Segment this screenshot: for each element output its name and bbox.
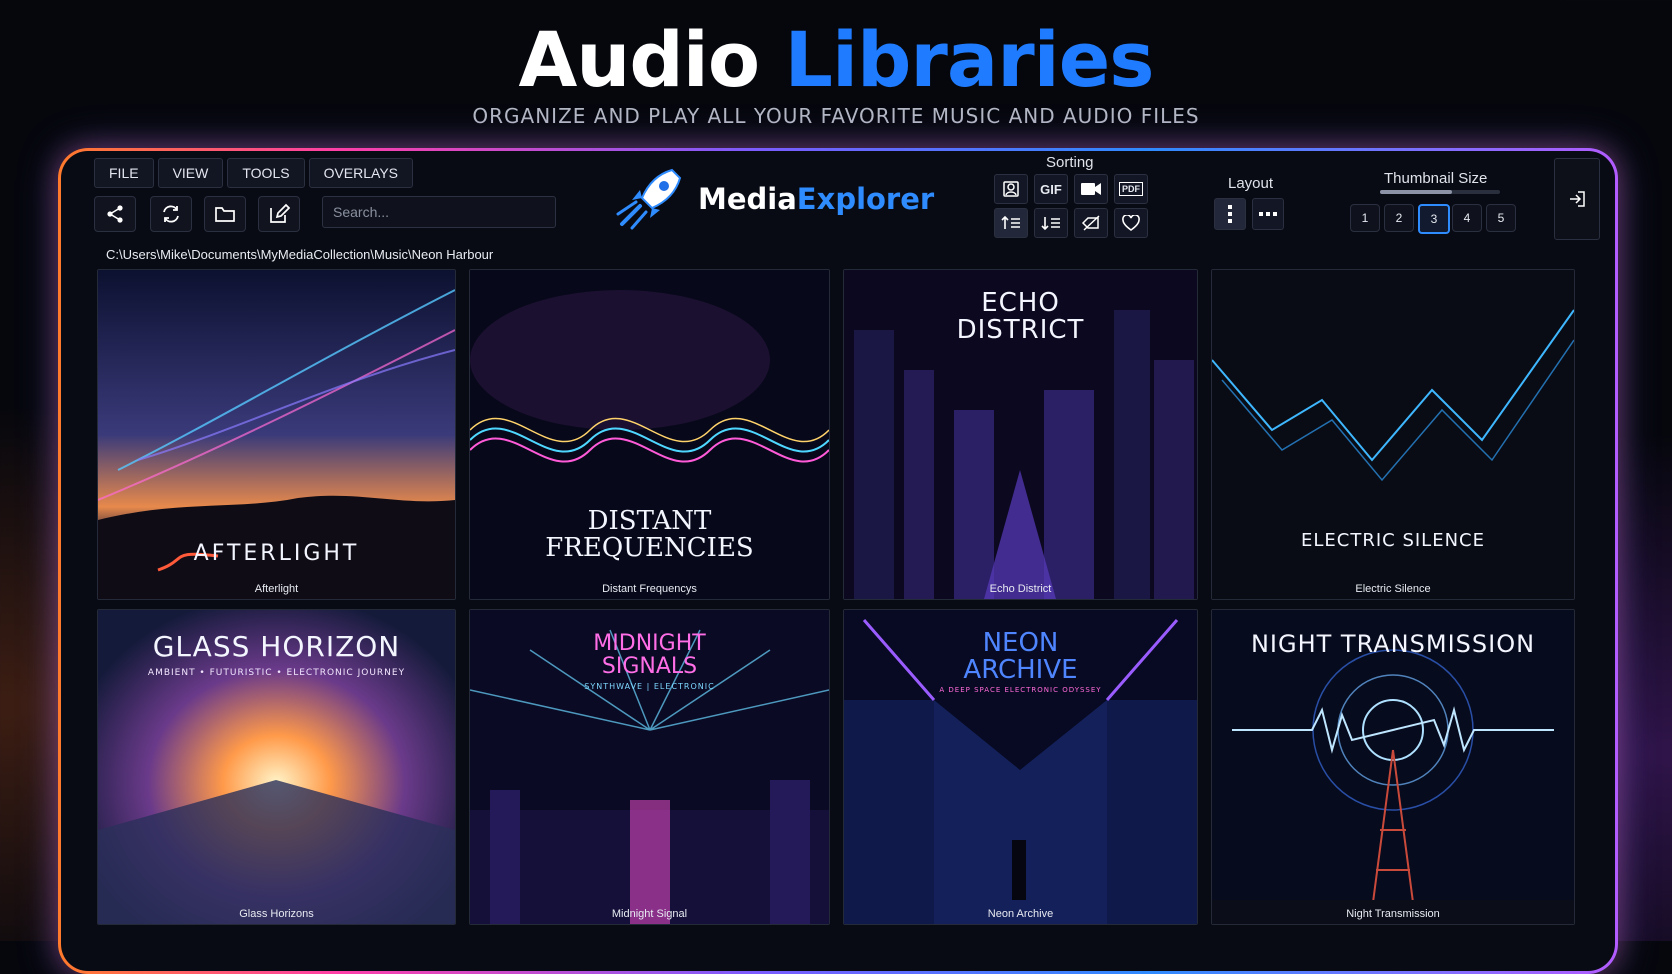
app-logo-text: MediaExplorer <box>698 182 934 216</box>
album-card-glass-horizons[interactable]: GLASS HORIZON AMBIENT • FUTURISTIC • ELE… <box>97 609 456 925</box>
exit-icon <box>1570 191 1585 207</box>
album-art-title-distant-frequencies: DISTANT FREQUENCIES <box>545 506 754 564</box>
sort-ascending-icon <box>1001 215 1020 229</box>
horizontal-dots-icon <box>1259 212 1277 216</box>
sort-ascending-button[interactable] <box>994 208 1028 238</box>
menu-bar: FILE VIEW TOOLS OVERLAYS <box>94 158 413 188</box>
hero-title-white: Audio <box>518 15 760 104</box>
hero-subtitle: ORGANIZE AND PLAY ALL YOUR FAVORITE MUSI… <box>472 104 1200 128</box>
album-art-title-midnight-signal: MIDNIGHT SIGNALS <box>593 631 706 680</box>
vertical-dots-icon <box>1228 205 1232 223</box>
sort-descending-button[interactable] <box>1034 208 1068 238</box>
sort-by-pdf-button[interactable]: PDF <box>1114 174 1148 204</box>
sort-by-portrait-button[interactable] <box>994 174 1028 204</box>
hero-title-blue: Libraries <box>784 15 1155 104</box>
thumbnail-size-2-button[interactable]: 2 <box>1384 204 1414 232</box>
logo-part-media: Media <box>698 182 797 216</box>
gif-icon: GIF <box>1040 181 1062 197</box>
album-card-distant-frequencies[interactable]: DISTANT FREQUENCIES Distant Frequencys <box>469 269 830 600</box>
album-card-neon-archive[interactable]: NEON ARCHIVE A DEEP SPACE ELECTRONIC ODY… <box>843 609 1198 925</box>
app-logo: MediaExplorer <box>614 166 934 232</box>
album-caption-neon-archive: Neon Archive <box>987 908 1054 920</box>
album-grid: AFTERLIGHT Afterlight DISTANT FREQUENCIE… <box>97 269 1575 925</box>
tag-off-icon <box>1081 215 1100 231</box>
layout-label: Layout <box>1228 175 1274 192</box>
album-art-title-glass-horizons: GLASS HORIZON <box>152 630 401 663</box>
menu-file[interactable]: FILE <box>94 158 154 188</box>
menu-view[interactable]: VIEW <box>157 158 224 188</box>
album-art-title-echo-district: ECHO DISTRICT <box>956 288 1085 346</box>
thumbnail-size-label: Thumbnail Size <box>1384 170 1488 187</box>
sort-by-video-button[interactable] <box>1074 174 1108 204</box>
share-button[interactable] <box>94 196 136 232</box>
album-card-electric-silence[interactable]: ELECTRIC SILENCE Electric Silence <box>1211 269 1575 600</box>
search-input[interactable] <box>322 196 556 228</box>
thumbnail-size-4-button[interactable]: 4 <box>1452 204 1482 232</box>
album-art-subtitle-midnight-signal: SYNTHWAVE | ELECTRONIC <box>584 682 715 691</box>
folder-icon <box>215 207 235 222</box>
menu-overlays[interactable]: OVERLAYS <box>308 158 413 188</box>
logo-part-explorer: Explorer <box>796 182 935 216</box>
sort-by-gif-button[interactable]: GIF <box>1034 174 1068 204</box>
open-folder-button[interactable] <box>204 196 246 232</box>
thumbnail-size-slider[interactable] <box>1380 190 1500 194</box>
edit-icon <box>270 203 290 223</box>
favorites-button[interactable] <box>1114 208 1148 238</box>
album-card-afterlight[interactable]: AFTERLIGHT Afterlight <box>97 269 456 600</box>
album-caption-echo-district: Echo District <box>989 583 1052 595</box>
thumbnail-size-slider-fill <box>1380 190 1452 194</box>
album-art-title-neon-archive: NEON ARCHIVE <box>963 628 1078 686</box>
album-caption-electric-silence: Electric Silence <box>1355 583 1431 595</box>
menu-tools[interactable]: TOOLS <box>227 158 305 188</box>
thumbnail-size-1-button[interactable]: 1 <box>1350 204 1380 232</box>
album-card-midnight-signal[interactable]: MIDNIGHT SIGNALS SYNTHWAVE | ELECTRONIC … <box>469 609 830 925</box>
refresh-button[interactable] <box>150 196 192 232</box>
current-path: C:\Users\Mike\Documents\MyMediaCollectio… <box>106 247 494 262</box>
album-caption-midnight-signal: Midnight Signal <box>611 908 688 920</box>
album-caption-distant-frequencies: Distant Frequencys <box>602 583 697 595</box>
share-icon <box>107 205 123 223</box>
sorting-label: Sorting <box>1046 154 1094 171</box>
album-caption-afterlight: Afterlight <box>254 583 299 595</box>
untagged-filter-button[interactable] <box>1074 208 1108 238</box>
album-card-night-transmission[interactable]: NIGHT TRANSMISSION Night Transmission <box>1211 609 1575 925</box>
thumbnail-size-5-button[interactable]: 5 <box>1486 204 1516 232</box>
layout-vertical-button[interactable] <box>1214 198 1246 230</box>
thumbnail-size-3-button[interactable]: 3 <box>1418 204 1450 234</box>
hero-title: Audio Libraries <box>0 14 1672 106</box>
heart-icon <box>1122 215 1140 231</box>
layout-horizontal-button[interactable] <box>1252 198 1284 230</box>
rocket-icon <box>616 168 682 230</box>
pdf-icon: PDF <box>1119 182 1143 196</box>
album-caption-night-transmission: Night Transmission <box>1346 908 1440 920</box>
video-camera-icon <box>1081 183 1101 195</box>
refresh-icon <box>163 205 179 223</box>
album-art-title-electric-silence: ELECTRIC SILENCE <box>1301 530 1485 551</box>
album-card-echo-district[interactable]: ECHO DISTRICT Echo District <box>843 269 1198 600</box>
sort-descending-icon <box>1041 217 1060 231</box>
portrait-icon <box>1003 181 1019 197</box>
album-art-subtitle-neon-archive: A DEEP SPACE ELECTRONIC ODYSSEY <box>939 686 1102 694</box>
exit-button[interactable] <box>1554 158 1600 240</box>
album-caption-glass-horizons: Glass Horizons <box>239 908 314 920</box>
album-art-subtitle-glass-horizons: AMBIENT • FUTURISTIC • ELECTRONIC JOURNE… <box>147 668 406 678</box>
edit-button[interactable] <box>258 196 300 232</box>
album-art-title-night-transmission: NIGHT TRANSMISSION <box>1250 630 1536 658</box>
album-art-title-afterlight: AFTERLIGHT <box>193 541 360 566</box>
